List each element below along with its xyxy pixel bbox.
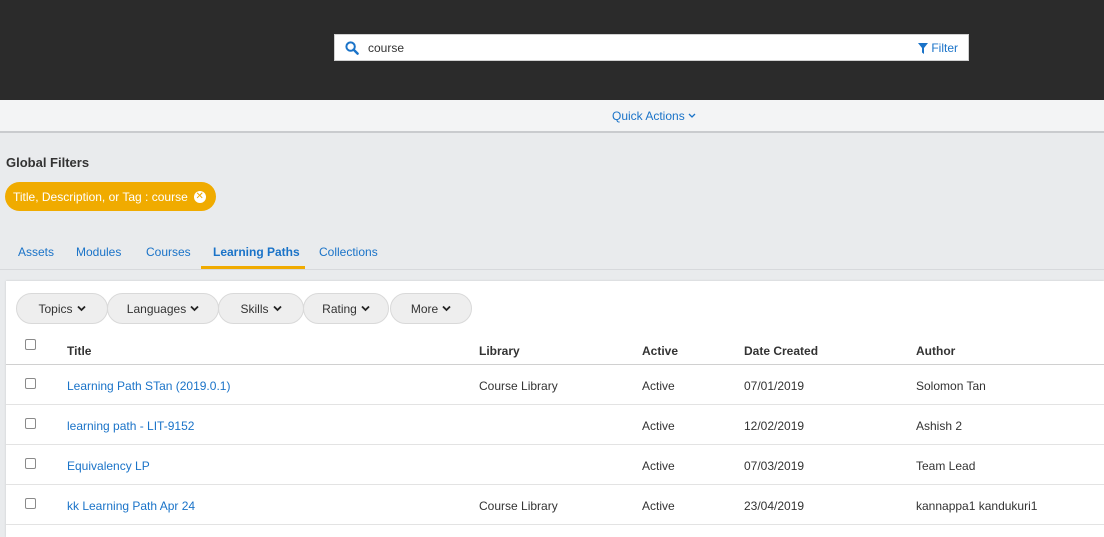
close-icon[interactable]: ✕ — [193, 190, 206, 203]
chevron-down-icon — [272, 305, 282, 312]
facet-languages[interactable]: Languages — [107, 293, 219, 324]
row-author: Ashish 2 — [916, 419, 963, 433]
row-date-created: 07/01/2019 — [744, 379, 805, 393]
column-header-library[interactable]: Library — [479, 344, 520, 358]
row-active: Active — [642, 379, 675, 393]
facet-skills[interactable]: Skills — [218, 293, 304, 324]
table-row: Equivalency LP Active 07/03/2019 Team Le… — [6, 445, 1104, 485]
column-header-date-created[interactable]: Date Created — [744, 344, 818, 358]
filter-label: Filter — [931, 41, 958, 55]
content-type-tabs: Assets Modules Courses Learning Paths Co… — [0, 233, 1104, 270]
row-date-created: 07/03/2019 — [744, 459, 805, 473]
facet-label: Topics — [38, 301, 73, 316]
global-filters-title: Global Filters — [6, 155, 90, 170]
row-title-link[interactable]: learning path - LIT-9152 — [67, 419, 194, 433]
results-panel: Topics Languages Skills Rating More Titl… — [6, 281, 1104, 537]
search-icon — [345, 41, 359, 55]
column-header-author[interactable]: Author — [916, 344, 955, 358]
column-header-title[interactable]: Title — [67, 344, 91, 358]
facet-label: More — [410, 301, 439, 316]
row-active: Active — [642, 459, 675, 473]
column-header-active[interactable]: Active — [642, 344, 678, 358]
search-input[interactable] — [368, 39, 888, 57]
quick-actions-bar: Quick Actions — [0, 100, 1104, 133]
chevron-down-icon — [190, 305, 199, 312]
filter-funnel-icon — [918, 42, 929, 54]
top-header: Filter — [0, 0, 1104, 100]
table-row: Learning Path STan (2019.0.1) Course Lib… — [6, 365, 1104, 405]
select-all-checkbox[interactable] — [25, 339, 36, 350]
facet-more[interactable]: More — [390, 293, 472, 324]
row-checkbox[interactable] — [25, 418, 36, 429]
quick-actions-toggle[interactable]: Quick Actions — [612, 109, 696, 123]
table-row: kk Learning Path Apr 24 Course Library A… — [6, 485, 1104, 525]
table-header: Title Library Active Date Created Author — [6, 333, 1104, 365]
tab-modules[interactable]: Modules — [76, 245, 121, 259]
quick-actions-label: Quick Actions — [612, 109, 685, 123]
chevron-down-icon — [76, 305, 86, 312]
facet-topics[interactable]: Topics — [16, 293, 108, 324]
search-box[interactable]: Filter — [334, 34, 969, 61]
facet-label: Languages — [126, 301, 187, 316]
filter-chip[interactable]: Title, Description, or Tag : course ✕ — [5, 182, 216, 211]
row-date-created: 23/04/2019 — [744, 499, 805, 513]
row-library: Course Library — [479, 379, 558, 393]
row-title-link[interactable]: kk Learning Path Apr 24 — [67, 499, 195, 513]
row-active: Active — [642, 499, 675, 513]
tab-learning-paths[interactable]: Learning Paths — [213, 245, 300, 259]
tab-courses[interactable]: Courses — [146, 245, 191, 259]
filter-button[interactable]: Filter — [918, 39, 958, 57]
tab-collections[interactable]: Collections — [319, 245, 378, 259]
row-author: Solomon Tan — [916, 379, 986, 393]
row-title-link[interactable]: Equivalency LP — [67, 459, 150, 473]
chevron-down-icon — [688, 113, 696, 118]
row-author: Team Lead — [916, 459, 976, 473]
row-checkbox[interactable] — [25, 458, 36, 469]
filter-chip-label: Title, Description, or Tag : course — [13, 189, 188, 204]
row-checkbox[interactable] — [25, 498, 36, 509]
chevron-down-icon — [361, 305, 370, 312]
row-active: Active — [642, 419, 675, 433]
tab-assets[interactable]: Assets — [18, 245, 54, 259]
active-tab-indicator — [201, 266, 305, 269]
row-library: Course Library — [479, 499, 558, 513]
row-date-created: 12/02/2019 — [744, 419, 805, 433]
facet-label: Rating — [322, 301, 357, 316]
chevron-down-icon — [442, 305, 451, 312]
facet-label: Skills — [240, 301, 269, 316]
row-checkbox[interactable] — [25, 378, 36, 389]
facet-rating[interactable]: Rating — [303, 293, 389, 324]
row-title-link[interactable]: Learning Path STan (2019.0.1) — [67, 379, 230, 393]
table-row: learning path - LIT-9152 Active 12/02/20… — [6, 405, 1104, 445]
row-author: kannappa1 kandukuri1 — [916, 499, 1038, 513]
